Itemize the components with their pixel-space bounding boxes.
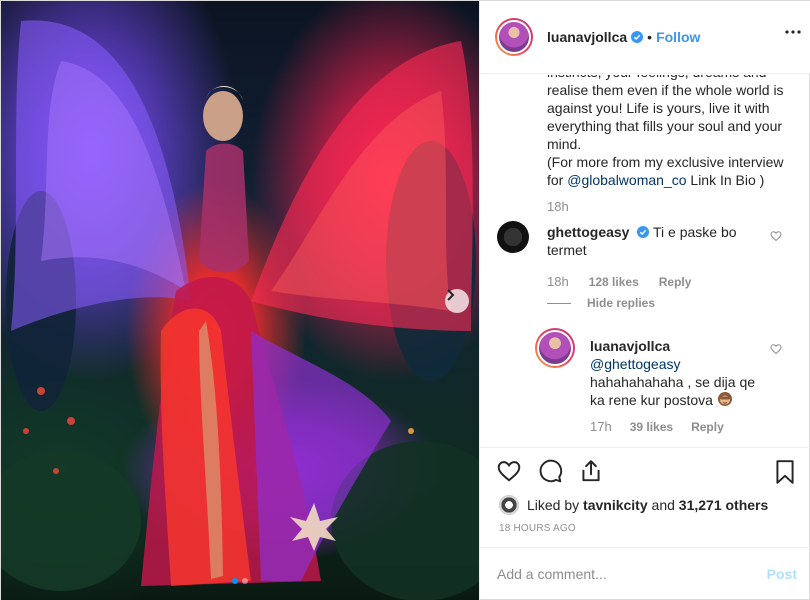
add-comment-bar: Add a comment... Post	[480, 547, 810, 600]
post-image[interactable]	[1, 1, 479, 600]
post-timestamp[interactable]: 18 HOURS AGO	[499, 523, 576, 534]
hide-replies-label: Hide replies	[587, 296, 656, 310]
reply-body: luanavjollca @ghettogeasy hahahahahaha ,…	[590, 337, 770, 409]
post-header: luanavjollca • Follow	[480, 1, 810, 74]
share-icon[interactable]	[578, 458, 604, 484]
liked-by-summary: Liked by tavnikcity and 31,271 others	[499, 495, 768, 515]
post-side-panel: luanavjollca • Follow instincts, your fe…	[479, 1, 810, 600]
comment-like-heart-icon[interactable]	[770, 230, 782, 242]
commenter-username[interactable]: ghettogeasy	[547, 224, 629, 240]
carousel-indicator	[232, 578, 248, 584]
comment-meta: 18h 128 likes Reply	[547, 274, 691, 289]
reply-mention-link[interactable]: @ghettogeasy	[590, 356, 681, 372]
comment-icon[interactable]	[537, 458, 563, 484]
heart-icon[interactable]	[496, 458, 522, 484]
carousel-dot	[242, 578, 248, 584]
carousel-dot-active	[232, 578, 238, 584]
reply-like-heart-icon[interactable]	[770, 343, 782, 355]
comments-section[interactable]: instincts, your feelings, dreams and rea…	[480, 75, 810, 447]
separator-dot: •	[647, 29, 653, 45]
caption-text: instincts, your feelings, dreams and rea…	[547, 75, 784, 188]
post-comment-button[interactable]: Post	[767, 566, 797, 582]
action-icons	[496, 458, 604, 484]
liker-avatar[interactable]	[499, 495, 519, 515]
monkey-emoji-icon	[717, 392, 732, 406]
author-username[interactable]: luanavjollca	[547, 29, 627, 45]
divider-line	[547, 302, 571, 304]
more-options-icon[interactable]	[785, 30, 801, 34]
reply-author-avatar[interactable]	[535, 328, 575, 368]
bookmark-icon[interactable]	[773, 459, 797, 485]
reply-button[interactable]: Reply	[659, 275, 692, 289]
reply-reply-button[interactable]: Reply	[691, 420, 724, 434]
hide-replies-button[interactable]: Hide replies	[547, 296, 655, 310]
comment-body: ghettogeasy Ti e paske bo termet	[547, 223, 752, 259]
caption-timestamp[interactable]: 18h	[547, 199, 569, 214]
post-actions: Liked by tavnikcity and 31,271 others 18…	[480, 447, 810, 547]
carousel-next-button[interactable]	[445, 289, 469, 313]
post-image-artwork	[1, 20, 479, 600]
follow-button[interactable]: Follow	[656, 29, 700, 45]
reply-likes-count[interactable]: 39 likes	[630, 420, 673, 434]
reply-username[interactable]: luanavjollca	[590, 338, 670, 354]
chevron-right-icon	[447, 289, 455, 301]
comment-likes-count[interactable]: 128 likes	[589, 275, 639, 289]
add-comment-input[interactable]: Add a comment...	[497, 566, 607, 582]
verified-badge-icon	[631, 31, 644, 43]
other-likes-link[interactable]: 31,271 others	[679, 497, 769, 513]
liker-username[interactable]: tavnikcity	[583, 497, 648, 513]
author-avatar[interactable]	[495, 18, 533, 56]
caption-mention-link[interactable]: @globalwoman_co	[567, 172, 686, 188]
reply-meta: 17h 39 likes Reply	[590, 419, 724, 434]
post-modal: luanavjollca • Follow instincts, your fe…	[0, 0, 810, 600]
commenter-avatar[interactable]	[497, 221, 529, 253]
reply-timestamp[interactable]: 17h	[590, 419, 612, 434]
liked-by-prefix: Liked by	[527, 497, 580, 513]
verified-badge-icon	[637, 226, 650, 238]
liked-by-connector: and	[651, 497, 675, 513]
comment-timestamp[interactable]: 18h	[547, 274, 569, 289]
